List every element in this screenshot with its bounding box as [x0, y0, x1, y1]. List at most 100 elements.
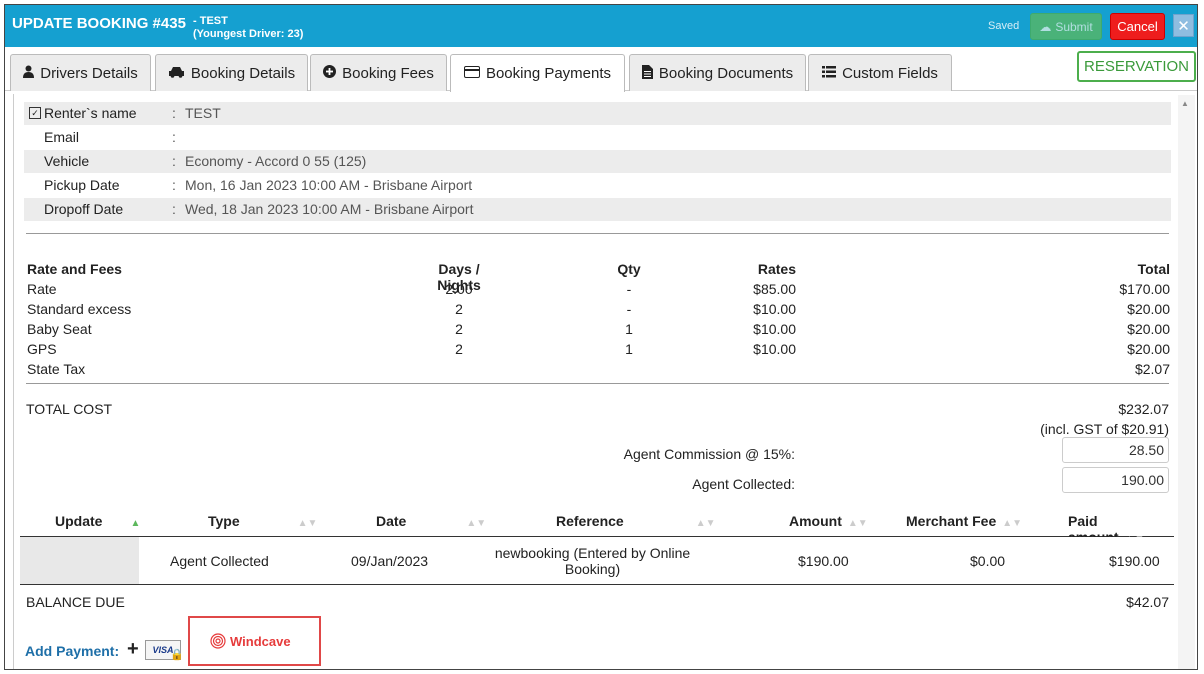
col-date[interactable]: Date ▲▼ — [376, 513, 486, 529]
fee-rate: $85.00 — [753, 281, 796, 297]
user-icon — [23, 65, 35, 81]
sort-icon[interactable]: ▲▼ — [848, 518, 868, 529]
header-total: Total — [1137, 261, 1170, 277]
collapse-checkbox-icon[interactable]: ✓ — [29, 107, 41, 119]
fee-name: State Tax — [27, 361, 86, 377]
gst-note: (incl. GST of $20.91) — [1040, 421, 1169, 437]
separator: : — [172, 105, 176, 121]
payment-amount: $190.00 — [798, 553, 849, 569]
col-merchant-fee[interactable]: Merchant Fee ▲▼ — [906, 513, 1022, 529]
col-reference[interactable]: Reference ▲▼ — [556, 513, 716, 529]
tab-booking-fees[interactable]: Booking Fees — [310, 54, 447, 91]
email-row: Email : — [24, 126, 1171, 149]
tab-booking-documents[interactable]: Booking Documents — [629, 54, 806, 91]
fee-row: Rate 2.00 - $85.00 $170.00 — [26, 279, 1172, 299]
dropoff-row: Dropoff Date : Wed, 18 Jan 2023 10:00 AM… — [24, 198, 1171, 221]
tab-bar: Drivers Details Booking Details Booking … — [5, 47, 1197, 92]
payment-reference: newbooking (Entered by Online Booking) — [485, 545, 700, 577]
header-rates: Rates — [757, 261, 796, 277]
rates-fees-table: Rate and Fees Days / Nights Qty Rates To… — [26, 259, 1172, 379]
windcave-payment-option[interactable]: Windcave — [188, 616, 321, 666]
pickup-label: Pickup Date — [44, 177, 120, 193]
tab-custom-fields[interactable]: Custom Fields — [808, 54, 952, 91]
booking-dialog: UPDATE BOOKING #435 - TEST (Youngest Dri… — [4, 4, 1198, 670]
pickup-row: Pickup Date : Mon, 16 Jan 2023 10:00 AM … — [24, 174, 1171, 197]
header-qty: Qty — [617, 261, 641, 277]
sort-icon[interactable]: ▲▼ — [298, 518, 318, 529]
tab-drivers-details[interactable]: Drivers Details — [10, 54, 151, 91]
fee-row: GPS 2 1 $10.00 $20.00 — [26, 339, 1172, 359]
fee-days: 2.00 — [445, 281, 473, 297]
sort-asc-icon[interactable]: ▲ — [130, 518, 140, 529]
sort-icon[interactable]: ▲▼ — [466, 518, 486, 529]
credit-card-icon — [463, 66, 480, 81]
cancel-button[interactable]: Cancel — [1110, 13, 1165, 40]
email-label: Email — [44, 129, 80, 145]
col-type[interactable]: Type ▲▼ — [208, 513, 317, 529]
tab-label: Booking Fees — [342, 64, 434, 82]
plus-circle-icon — [323, 65, 337, 81]
fee-qty: - — [626, 281, 632, 297]
close-button[interactable]: ✕ — [1173, 14, 1194, 37]
col-label: Merchant Fee — [906, 513, 997, 529]
tab-label: Drivers Details — [40, 64, 138, 82]
add-payment-label: Add Payment: — [25, 643, 120, 659]
fee-total: $20.00 — [1127, 301, 1170, 317]
car-icon — [168, 66, 185, 81]
fee-rate: $10.00 — [753, 321, 796, 337]
fee-days: 2 — [455, 321, 463, 337]
renter-name-label: Renter`s name — [44, 105, 137, 121]
col-label: Type — [208, 513, 240, 529]
fee-total: $170.00 — [1119, 281, 1170, 297]
saved-status: Saved — [988, 20, 1020, 32]
payment-paid-amount: $190.00 — [1109, 553, 1160, 569]
fee-days: 2 — [455, 341, 463, 357]
renter-subtitle: - TEST — [193, 15, 228, 27]
fee-days: 2 — [455, 301, 463, 317]
col-update[interactable]: Update ▲ — [55, 513, 140, 529]
agent-commission-input[interactable] — [1062, 437, 1169, 463]
update-cell[interactable] — [20, 537, 139, 584]
agent-collected-input[interactable] — [1062, 467, 1169, 493]
col-label: Date — [376, 513, 407, 529]
fee-name: Standard excess — [27, 301, 132, 317]
dropoff-label: Dropoff Date — [44, 201, 124, 217]
col-amount[interactable]: Amount ▲▼ — [789, 513, 868, 529]
total-cost-value: $232.07 — [1118, 401, 1169, 417]
lock-icon: 🔒 — [170, 649, 184, 661]
tab-booking-payments[interactable]: Booking Payments — [450, 54, 625, 92]
windcave-icon — [210, 633, 226, 649]
tab-label: Booking Documents — [658, 64, 794, 82]
fee-total: $20.00 — [1127, 341, 1170, 357]
vehicle-label: Vehicle — [44, 153, 90, 169]
youngest-driver-note: (Youngest Driver: 23) — [193, 28, 304, 40]
vehicle-value: Economy - Accord 0 55 (125) — [185, 153, 367, 169]
separator: : — [172, 201, 176, 217]
payment-type: Agent Collected — [170, 553, 269, 569]
vertical-scrollbar[interactable]: ▲ — [1178, 95, 1195, 669]
renter-name-value: TEST — [185, 105, 221, 121]
dialog-header: UPDATE BOOKING #435 - TEST (Youngest Dri… — [5, 5, 1197, 47]
submit-label: Submit — [1055, 19, 1093, 34]
reservation-badge[interactable]: RESERVATION — [1077, 51, 1196, 82]
fee-row: Baby Seat 2 1 $10.00 $20.00 — [26, 319, 1172, 339]
payments-header-row: Update ▲ Type ▲▼ Date ▲▼ Reference ▲▼ Amount… — [20, 505, 1174, 545]
close-icon: ✕ — [1177, 17, 1190, 35]
tab-booking-details[interactable]: Booking Details — [155, 54, 308, 91]
tab-label: Custom Fields — [842, 64, 938, 82]
fee-qty: 1 — [625, 321, 633, 337]
fee-total: $2.07 — [1134, 361, 1170, 377]
list-icon — [822, 65, 837, 81]
dialog-title: UPDATE BOOKING #435 — [12, 15, 186, 32]
submit-button[interactable]: ☁ Submit — [1030, 13, 1102, 40]
sort-icon[interactable]: ▲▼ — [696, 518, 716, 529]
add-payment-plus-icon[interactable]: + — [127, 638, 139, 661]
scroll-up-icon[interactable]: ▲ — [1181, 99, 1189, 108]
col-label: Reference — [556, 513, 624, 529]
sort-icon[interactable]: ▲▼ — [1002, 518, 1022, 529]
divider — [26, 233, 1169, 234]
fee-name: Rate — [27, 281, 57, 297]
tab-label: Booking Payments — [485, 65, 612, 82]
fee-rate: $10.00 — [753, 341, 796, 357]
table-row[interactable]: Agent Collected 09/Jan/2023 newbooking (… — [20, 537, 1174, 585]
